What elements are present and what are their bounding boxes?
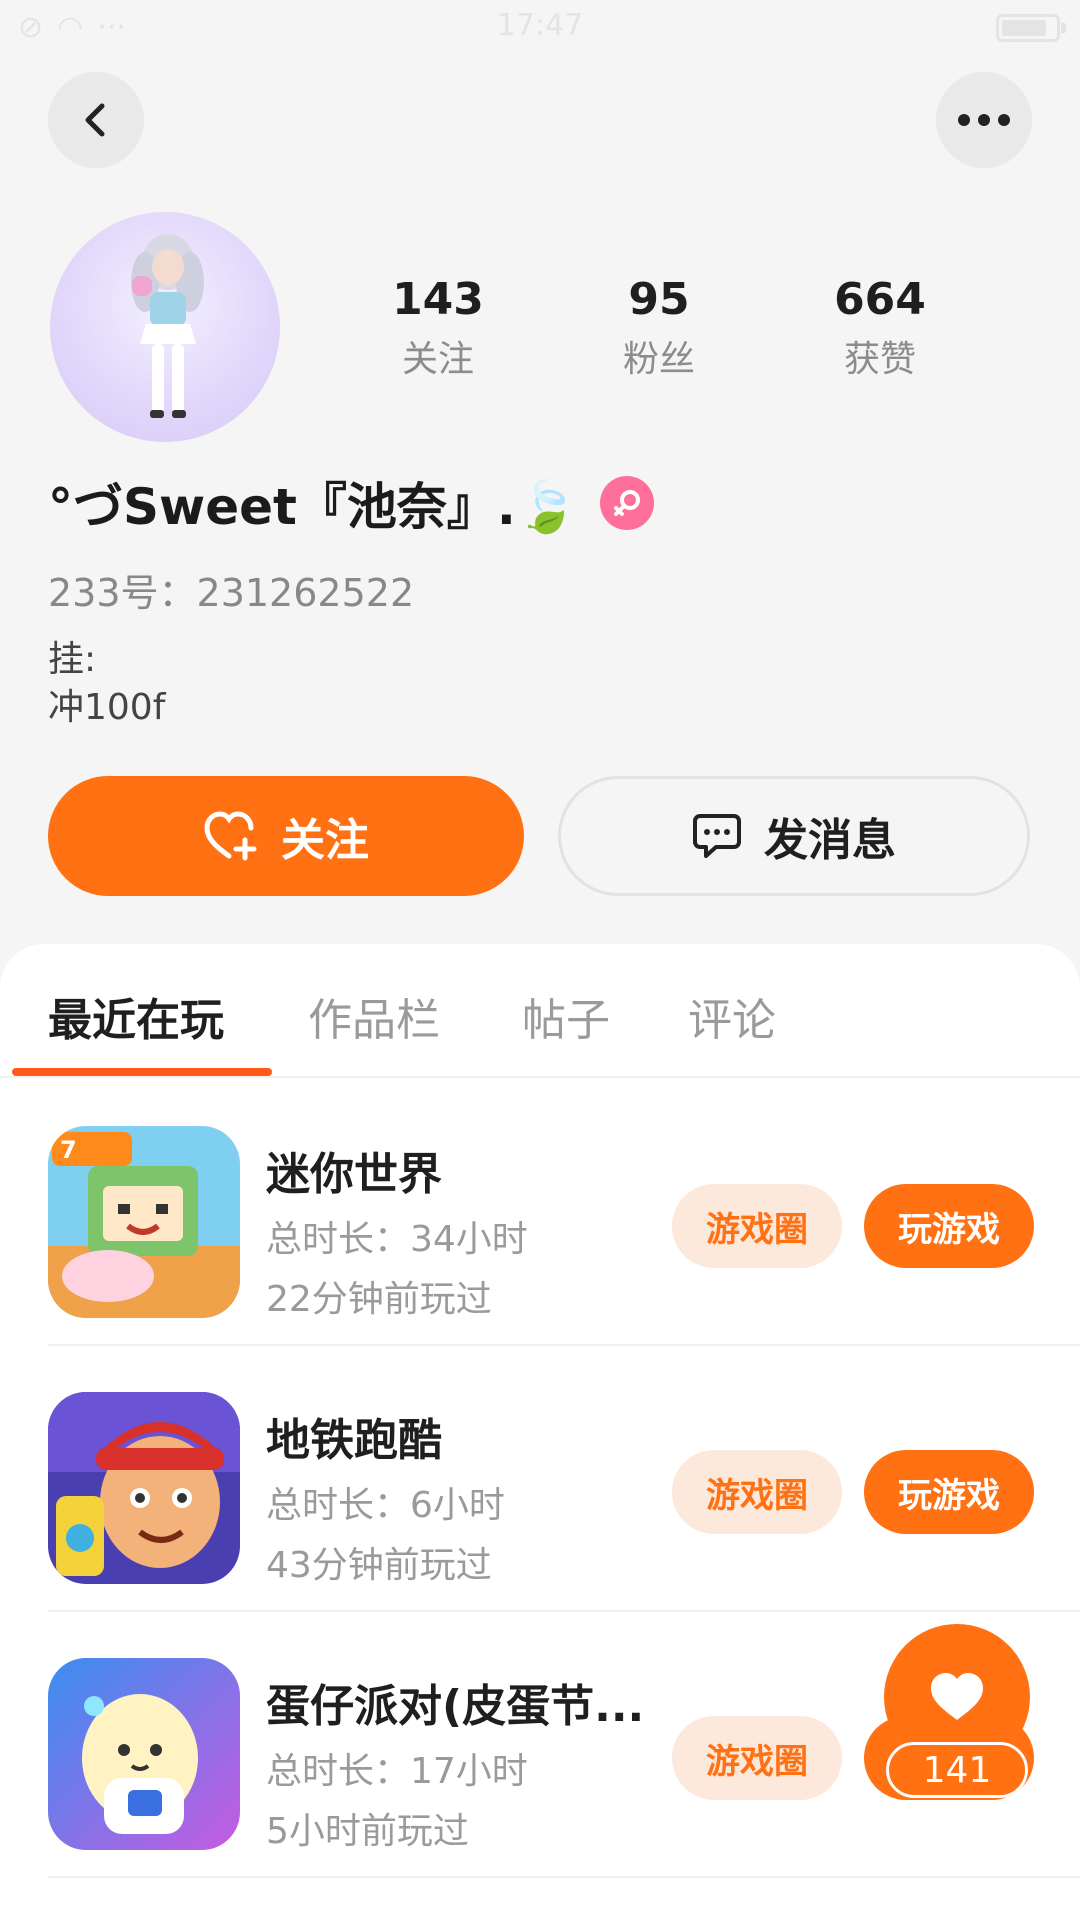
game-circle-button[interactable]: 游戏圈 <box>672 1184 842 1268</box>
avatar-character-image <box>131 234 204 418</box>
battery-icon <box>996 14 1066 42</box>
game-duration: 总时长：34小时 <box>266 1219 528 1260</box>
tab-comments[interactable]: 评论 <box>688 984 776 1048</box>
stat-followers-label: 粉丝 <box>622 339 695 380</box>
game-last-played: 5小时前玩过 <box>266 1811 469 1852</box>
stat-followers[interactable]: 95 粉丝 <box>559 268 759 388</box>
like-count: 141 <box>886 1742 1028 1798</box>
stat-likes[interactable]: 664 获赞 <box>780 268 980 388</box>
game-duration: 总时长：17小时 <box>266 1751 528 1792</box>
send-message-label: 发消息 <box>764 815 896 866</box>
stat-following[interactable]: 143 关注 <box>338 268 538 388</box>
game-name: 迷你世界 <box>266 1149 442 1200</box>
svg-text:7: 7 <box>60 1136 77 1164</box>
nickname: °づSweet『池奈』.🍃 <box>48 478 579 536</box>
play-game-button[interactable]: 玩游戏 <box>864 1450 1034 1534</box>
like-floating-button[interactable]: 141 <box>884 1624 1030 1800</box>
send-message-button[interactable]: 发消息 <box>558 776 1030 896</box>
status-bar: ⊘ ◠ ··· 17:47 <box>0 0 1080 56</box>
account-id: 233号：231262522 <box>48 571 415 615</box>
game-duration: 总时长：6小时 <box>266 1485 505 1526</box>
stat-likes-label: 获赞 <box>843 339 916 380</box>
heart-add-icon <box>203 810 259 862</box>
female-gender-icon <box>600 476 655 530</box>
more-button[interactable] <box>936 72 1032 168</box>
tab-posts[interactable]: 帖子 <box>522 984 610 1048</box>
tab-recently-played[interactable]: 最近在玩 <box>48 984 224 1048</box>
status-time: 17:47 <box>496 8 584 43</box>
chevron-left-icon <box>85 103 105 137</box>
stat-followers-value: 95 <box>628 274 690 325</box>
game-name: 地铁跑酷 <box>266 1415 442 1466</box>
stat-likes-value: 664 <box>834 274 926 325</box>
nickname-row: °づSweet『池奈』.🍃 <box>48 468 655 538</box>
mini-world-icon[interactable]: 7 <box>48 1126 240 1318</box>
avatar[interactable] <box>50 212 280 442</box>
profile-tabs: 最近在玩 作品栏 帖子 评论 <box>0 944 1080 1078</box>
heart-icon <box>931 1673 983 1720</box>
game-circle-button[interactable]: 游戏圈 <box>672 1716 842 1800</box>
chat-bubble-icon <box>692 812 742 860</box>
list-item[interactable]: 地铁跑酷 总时长：6小时 43分钟前玩过 游戏圈 玩游戏 <box>48 1346 1080 1612</box>
game-name: 蛋仔派对(皮蛋节... <box>266 1681 645 1732</box>
divider <box>48 1876 1080 1878</box>
game-last-played: 22分钟前玩过 <box>266 1279 492 1320</box>
more-icon <box>958 114 1010 126</box>
tab-works[interactable]: 作品栏 <box>308 984 440 1048</box>
play-game-button[interactable]: 玩游戏 <box>864 1184 1034 1268</box>
follow-button-label: 关注 <box>281 815 369 866</box>
active-tab-indicator <box>12 1068 272 1076</box>
follow-button[interactable]: 关注 <box>48 776 524 896</box>
stat-following-label: 关注 <box>401 339 474 380</box>
stat-following-value: 143 <box>392 274 484 325</box>
game-circle-button[interactable]: 游戏圈 <box>672 1450 842 1534</box>
eggy-party-icon[interactable] <box>48 1658 240 1850</box>
bio: 挂: 冲100f <box>48 639 166 728</box>
list-item[interactable]: 7 迷你世界 总时长：34小时 22分钟前玩过 游戏圈 玩游戏 <box>48 1080 1080 1346</box>
back-button[interactable] <box>48 72 144 168</box>
subway-surfers-icon[interactable] <box>48 1392 240 1584</box>
game-last-played: 43分钟前玩过 <box>266 1545 492 1586</box>
